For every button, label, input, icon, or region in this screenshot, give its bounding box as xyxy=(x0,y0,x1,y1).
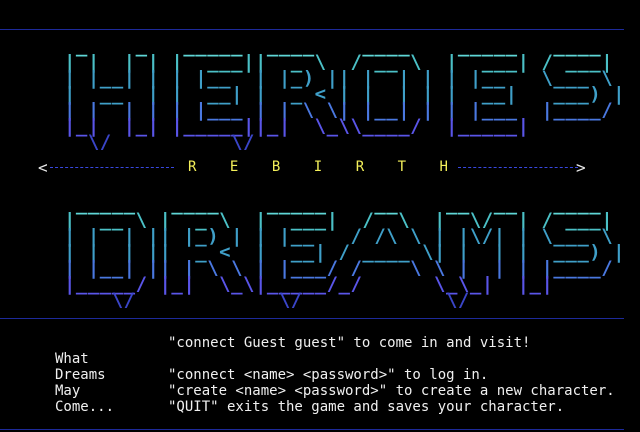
subtitle-letter: E xyxy=(229,159,239,175)
left-arrow-icon: < xyxy=(38,158,48,177)
subtitle-letter: B xyxy=(271,159,281,175)
tagline-column: What Dreams May Come... xyxy=(55,351,114,415)
top-border-line xyxy=(0,29,624,30)
subtitle-letter: I xyxy=(313,159,323,175)
tagline-word: Dreams xyxy=(55,367,106,383)
subtitle-letter: T xyxy=(397,159,407,175)
quit-instruction: "QUIT" exits the game and saves your cha… xyxy=(168,399,565,415)
guest-connect-instruction: "connect Guest guest" to come in and vis… xyxy=(168,335,531,351)
connect-instruction: "connect <name> <password>" to log in. xyxy=(168,367,489,383)
heroes-art-line: \/ \/ xyxy=(87,131,255,153)
dreams-ascii-title: _____ ____ _____ __ __ __ ____ | __ \ | … xyxy=(52,195,625,311)
left-dashed-line xyxy=(50,167,174,168)
bottom-border-line xyxy=(0,429,624,430)
rebirth-divider: < R E B I R T H > xyxy=(38,158,588,178)
middle-border-line xyxy=(0,318,624,319)
tagline-word: What xyxy=(55,351,89,367)
right-dashed-line xyxy=(458,167,578,168)
rebirth-subtitle: R E B I R T H xyxy=(188,159,448,175)
subtitle-letter: R xyxy=(188,159,197,175)
dreams-art-line: \/ \/ \/ xyxy=(111,289,470,311)
create-instruction: "create <name> <password>" to create a n… xyxy=(168,383,615,399)
heroes-ascii-title: _ _ _____ ____ ____ _____ ____ | | | | |… xyxy=(52,37,625,153)
tagline-word: Come... xyxy=(55,399,115,415)
tagline-word: May xyxy=(55,383,81,399)
login-instructions: "connect Guest guest" to come in and vis… xyxy=(168,335,615,415)
right-arrow-icon: > xyxy=(576,158,586,177)
subtitle-letter: H xyxy=(439,159,448,175)
subtitle-letter: R xyxy=(355,159,365,175)
